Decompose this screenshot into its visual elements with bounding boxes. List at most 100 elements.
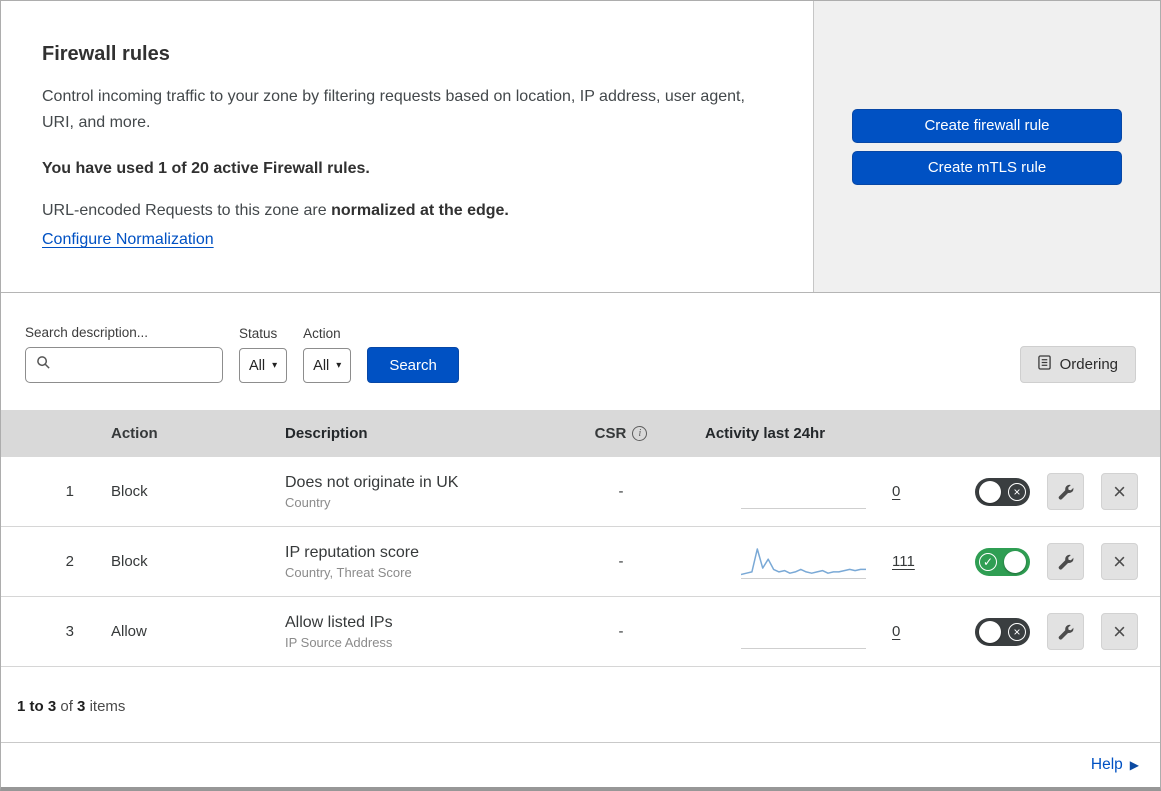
- normalization-note: URL-encoded Requests to this zone are no…: [42, 202, 773, 220]
- rule-priority: 2: [65, 553, 74, 570]
- info-icon[interactable]: i: [632, 426, 648, 441]
- create-mtls-rule-button[interactable]: Create mTLS rule: [852, 150, 1122, 185]
- header-description: Description: [285, 425, 368, 442]
- rule-description-text: Does not originate in UK: [285, 473, 459, 491]
- header-csr: CSR i: [561, 425, 681, 442]
- ordering-label: Ordering: [1059, 356, 1118, 373]
- table-row: 2 Block IP reputation score Country, Thr…: [1, 527, 1160, 597]
- rule-activity: 0: [681, 615, 931, 649]
- x-icon: ×: [1008, 482, 1026, 501]
- rule-action: Block: [111, 483, 148, 500]
- create-firewall-rule-button[interactable]: Create firewall rule: [852, 108, 1122, 143]
- action-select[interactable]: All ▾: [303, 348, 352, 383]
- wrench-icon: [1058, 484, 1074, 500]
- activity-count-link[interactable]: 111: [892, 553, 915, 570]
- configure-normalization-link[interactable]: Configure Normalization: [42, 231, 214, 249]
- edit-rule-button[interactable]: [1047, 613, 1084, 650]
- overview-section: Firewall rules Control incoming traffic …: [1, 1, 1160, 293]
- rule-enabled-toggle[interactable]: ✓ ×: [975, 617, 1030, 646]
- normalization-bold: normalized at the edge.: [331, 202, 509, 220]
- chevron-down-icon: ▾: [272, 360, 278, 371]
- delete-rule-button[interactable]: ×: [1101, 543, 1138, 580]
- rule-description: IP reputation score Country, Threat Scor…: [265, 544, 561, 580]
- search-icon: [36, 355, 51, 375]
- search-button[interactable]: Search: [367, 347, 459, 383]
- rule-fields: Country, Threat Score: [285, 564, 412, 580]
- rule-fields: Country: [285, 494, 331, 510]
- rule-enabled-toggle[interactable]: ✓ ×: [975, 477, 1030, 506]
- table-row: 1 Block Does not originate in UK Country…: [1, 457, 1160, 527]
- rule-description-text: Allow listed IPs: [285, 613, 393, 631]
- search-input[interactable]: [59, 357, 212, 373]
- actions-panel: Create firewall rule Create mTLS rule: [813, 1, 1160, 292]
- overview-text-card: Firewall rules Control incoming traffic …: [1, 1, 813, 292]
- rule-controls: ✓ × ×: [931, 473, 1160, 510]
- activity-count-link[interactable]: 0: [892, 483, 900, 500]
- activity-sparkline: [741, 475, 866, 509]
- close-icon: ×: [1113, 548, 1126, 574]
- delete-rule-button[interactable]: ×: [1101, 473, 1138, 510]
- rule-activity: 111: [681, 545, 931, 579]
- status-label: Status: [239, 326, 278, 341]
- rule-activity: 0: [681, 475, 931, 509]
- table-row: 3 Allow Allow listed IPs IP Source Addre…: [1, 597, 1160, 667]
- summary-items: items: [89, 698, 126, 715]
- toggle-knob: [1004, 550, 1026, 573]
- close-icon: ×: [1113, 478, 1126, 504]
- rule-priority: 1: [65, 483, 74, 500]
- status-field: Status All ▾: [239, 326, 288, 383]
- summary-of: of: [60, 698, 73, 715]
- rule-csr: -: [618, 623, 624, 640]
- help-bar: Help ▶: [1, 742, 1160, 787]
- rule-description: Allow listed IPs IP Source Address: [265, 614, 561, 650]
- table-header: Action Description CSR i Activity last 2…: [1, 410, 1160, 457]
- rule-enabled-toggle[interactable]: ✓ ×: [975, 547, 1030, 576]
- action-select-value: All: [313, 357, 330, 374]
- arrow-right-icon: ▶: [1129, 758, 1139, 772]
- header-action: Action: [111, 425, 158, 442]
- toggle-knob: [979, 480, 1001, 503]
- activity-count-link[interactable]: 0: [892, 623, 900, 640]
- wrench-icon: [1058, 624, 1074, 640]
- page-description: Control incoming traffic to your zone by…: [42, 88, 745, 131]
- rule-csr: -: [618, 483, 624, 500]
- activity-sparkline: [741, 545, 866, 579]
- action-field: Action All ▾: [303, 326, 352, 383]
- rule-description: Does not originate in UK Country: [265, 474, 561, 510]
- edit-rule-button[interactable]: [1047, 543, 1084, 580]
- rule-action: Block: [111, 553, 148, 570]
- search-field: Search description...: [25, 325, 223, 383]
- firewall-rules-page: Firewall rules Control incoming traffic …: [0, 0, 1161, 791]
- header-csr-label: CSR: [594, 425, 627, 442]
- summary-total: 3: [77, 698, 86, 715]
- table-summary: 1 to 3 of 3 items: [1, 667, 1160, 739]
- header-activity: Activity last 24hr: [705, 425, 826, 442]
- delete-rule-button[interactable]: ×: [1101, 613, 1138, 650]
- toggle-knob: [979, 620, 1001, 643]
- ordering-button[interactable]: Ordering: [1019, 346, 1136, 383]
- x-icon: ×: [1008, 622, 1026, 641]
- search-label: Search description...: [25, 325, 149, 340]
- rule-action: Allow: [111, 623, 147, 640]
- close-icon: ×: [1113, 618, 1126, 644]
- help-label: Help: [1090, 756, 1123, 773]
- filter-bar: Search description... Status All ▾ Actio…: [1, 293, 1160, 410]
- status-select[interactable]: All ▾: [239, 348, 288, 383]
- ordering-icon: [1037, 355, 1051, 374]
- rule-fields: IP Source Address: [285, 634, 393, 650]
- rule-csr: -: [618, 553, 624, 570]
- edit-rule-button[interactable]: [1047, 473, 1084, 510]
- rule-controls: ✓ × ×: [931, 543, 1160, 580]
- normalization-prefix: URL-encoded Requests to this zone are: [42, 202, 332, 220]
- search-input-wrapper[interactable]: [25, 347, 223, 383]
- chevron-down-icon: ▾: [336, 360, 342, 371]
- rule-controls: ✓ × ×: [931, 613, 1160, 650]
- rule-priority: 3: [65, 623, 74, 640]
- page-title: Firewall rules: [42, 43, 170, 65]
- check-icon: ✓: [979, 552, 997, 571]
- wrench-icon: [1058, 554, 1074, 570]
- summary-range: 1 to 3: [17, 698, 57, 715]
- help-link[interactable]: Help ▶: [1091, 756, 1139, 774]
- usage-summary: You have used 1 of 20 active Firewall ru…: [42, 160, 370, 178]
- rule-description-text: IP reputation score: [285, 543, 420, 561]
